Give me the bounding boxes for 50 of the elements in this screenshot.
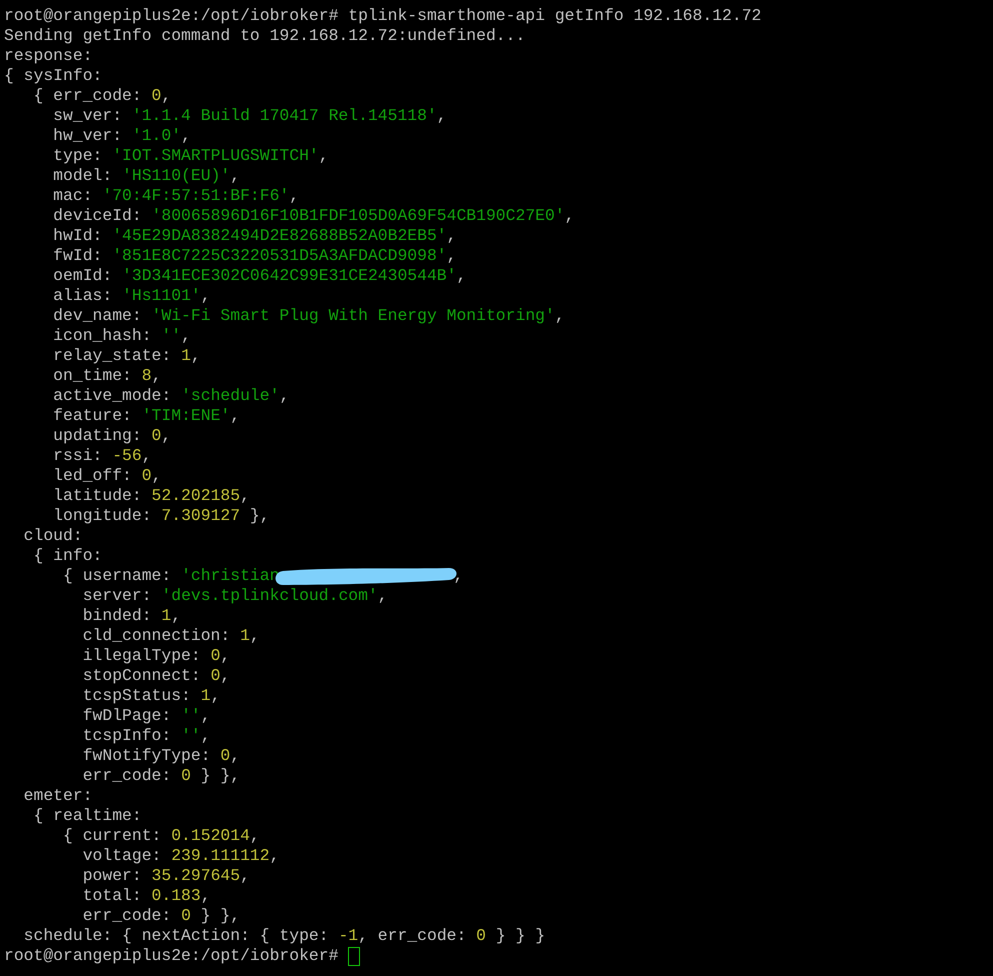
terminal-text: hwId: '45E29DA8382494D2E82688B52A0B2EB5', bbox=[52, 226, 456, 246]
terminal-text: err_code: 0 } }, bbox=[82, 906, 240, 926]
terminal-text: fwId: '851E8C7225C3220531D5A3AFDACD9098', bbox=[52, 246, 456, 266]
terminal-text: { info: bbox=[32, 546, 102, 566]
terminal-text: emeter: bbox=[22, 786, 93, 806]
terminal-text: relay_state: 1, bbox=[52, 346, 201, 366]
terminal-text: power: 35.297645, bbox=[82, 866, 250, 886]
terminal-text: err_code: 0 } }, bbox=[82, 766, 240, 786]
text-cursor bbox=[348, 946, 360, 966]
terminal-text: deviceId: '80065896D16F10B1FDF105D0A69F54CB190C27E0', bbox=[52, 206, 575, 226]
terminal-text: { username: 'christian bbox=[62, 566, 280, 586]
terminal-text: icon_hash: '', bbox=[52, 326, 191, 346]
terminal-text: tcspInfo: '', bbox=[82, 726, 211, 746]
terminal-text: updating: 0, bbox=[52, 426, 172, 446]
terminal-text: oemId: '3D341ECE302C0642C99E31CE2430544B', bbox=[52, 266, 466, 286]
terminal-text: schedule: { nextAction: { type: -1, err_code: 0 } } } bbox=[22, 926, 546, 946]
terminal-text: cld_connection: 1, bbox=[82, 626, 260, 646]
terminal-text: led_off: 0, bbox=[52, 466, 162, 486]
terminal-text: mac: '70:4F:57:51:BF:F6', bbox=[52, 186, 300, 206]
terminal-text: stopConnect: 0, bbox=[82, 666, 230, 686]
terminal-text: on_time: 8, bbox=[52, 366, 162, 386]
terminal-text: { current: 0.152014, bbox=[62, 826, 260, 846]
terminal-text: active_mode: 'schedule', bbox=[52, 386, 290, 406]
terminal-text: root@orangepiplus2e:/opt/iobroker# tplink-smarthome-api getInfo 192.168.12.72 bbox=[4, 6, 762, 26]
terminal-text: server: 'devs.tplinkcloud.com', bbox=[82, 586, 388, 606]
terminal-text: { sysInfo: bbox=[4, 66, 102, 86]
terminal-text: binded: 1, bbox=[82, 606, 182, 626]
terminal-text: voltage: 239.111112, bbox=[82, 846, 280, 866]
terminal-text: sw_ver: '1.1.4 Build 170417 Rel.145118', bbox=[52, 106, 447, 126]
terminal-text: model: 'HS110(EU)', bbox=[52, 166, 240, 186]
terminal-text: longitude: 7.309127 }, bbox=[52, 506, 270, 526]
terminal-text: illegalType: 0, bbox=[82, 646, 230, 666]
terminal-text: hw_ver: '1.0', bbox=[52, 126, 191, 146]
terminal-text: cloud: bbox=[22, 526, 83, 546]
terminal-text: alias: 'Hs1101', bbox=[52, 286, 211, 306]
terminal-text: dev_name: 'Wi-Fi Smart Plug With Energy Monitoring', bbox=[52, 306, 565, 326]
terminal-text: feature: 'TIM:ENE', bbox=[52, 406, 240, 426]
terminal-text: , bbox=[453, 566, 464, 586]
terminal-text: { realtime: bbox=[32, 806, 142, 826]
terminal-text: Sending getInfo command to 192.168.12.72:undefined... bbox=[4, 26, 526, 46]
terminal-text: total: 0.183, bbox=[82, 886, 211, 906]
terminal-text: tcspStatus: 1, bbox=[82, 686, 220, 706]
terminal-text: { err_code: 0, bbox=[32, 86, 172, 106]
terminal-text: type: 'IOT.SMARTPLUGSWITCH', bbox=[52, 146, 329, 166]
terminal-text: fwDlPage: '', bbox=[82, 706, 211, 726]
terminal-text: latitude: 52.202185, bbox=[52, 486, 250, 506]
terminal-text: response: bbox=[4, 46, 93, 66]
terminal-text: root@orangepiplus2e:/opt/iobroker# bbox=[4, 946, 340, 966]
terminal-text: fwNotifyType: 0, bbox=[82, 746, 240, 766]
terminal-text: rssi: -56, bbox=[52, 446, 152, 466]
